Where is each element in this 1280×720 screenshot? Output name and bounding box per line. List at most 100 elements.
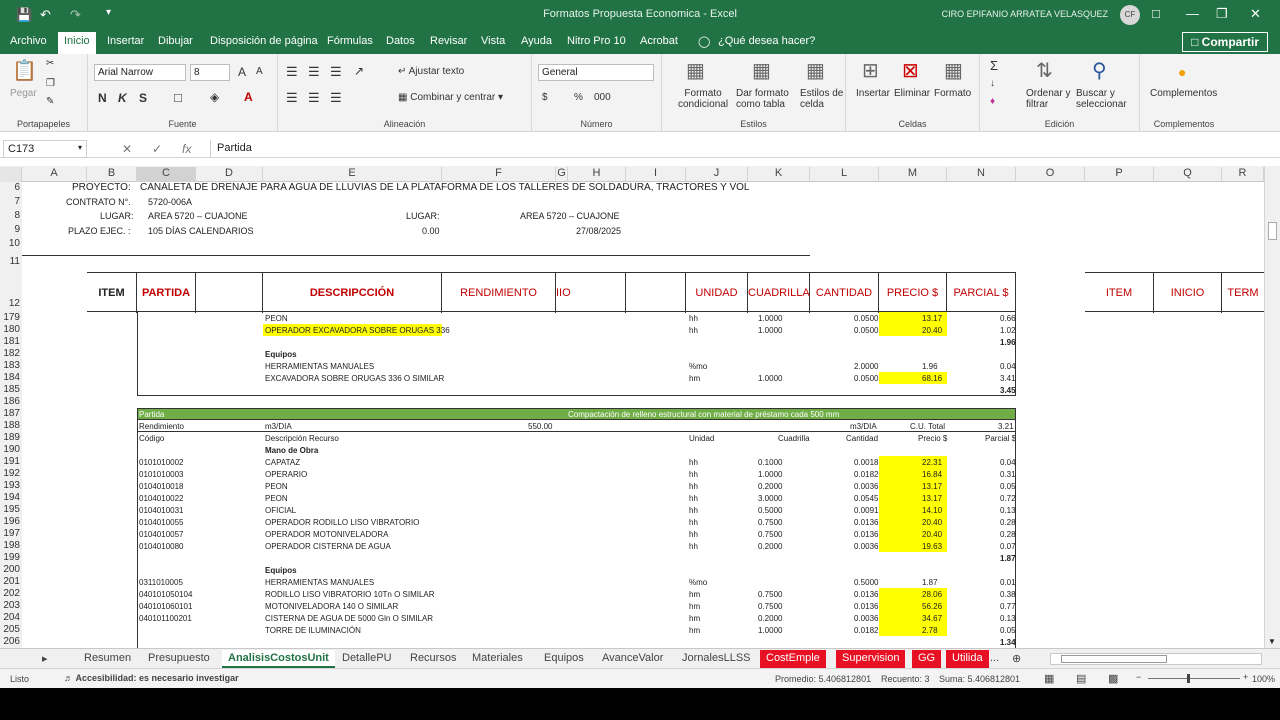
- align-right-icon[interactable]: ☰: [330, 90, 342, 106]
- sheet-tab[interactable]: Presupuesto: [142, 650, 216, 668]
- orientation-icon[interactable]: ↗: [354, 64, 364, 78]
- cell-parcial[interactable]: 0.05: [1000, 482, 1016, 491]
- sheet-tab[interactable]: Materiales: [466, 650, 529, 668]
- sort-filter-icon[interactable]: ⇅: [1036, 58, 1053, 83]
- cell-cantidad[interactable]: 0.0036: [854, 614, 878, 623]
- avatar[interactable]: CF: [1120, 5, 1140, 25]
- delete-cells-button[interactable]: Eliminar: [894, 88, 930, 99]
- sheet-tab[interactable]: Supervision: [836, 650, 906, 668]
- tab-acrobat[interactable]: Acrobat: [640, 35, 678, 47]
- cell-codigo[interactable]: 040101050104: [139, 590, 192, 599]
- col-header[interactable]: F: [442, 167, 556, 182]
- tab-archivo[interactable]: Archivo: [10, 35, 47, 47]
- sheet-tab[interactable]: Resumen: [78, 650, 137, 668]
- cell-parcial[interactable]: 0.05: [1000, 626, 1016, 635]
- cell-description[interactable]: OFICIAL: [265, 506, 296, 515]
- formula-input[interactable]: Partida: [210, 140, 1272, 158]
- col-header[interactable]: C: [137, 167, 196, 182]
- cell-parcial[interactable]: 0.66: [1000, 314, 1016, 323]
- col-header[interactable]: L: [810, 167, 879, 182]
- clear-icon[interactable]: ♦: [990, 96, 995, 107]
- cell-unit[interactable]: hm: [689, 602, 700, 611]
- value-plazo[interactable]: 105 DÍAS CALENDARIOS: [148, 226, 254, 236]
- cell-precio[interactable]: 16.84: [922, 470, 942, 479]
- tab-revisar[interactable]: Revisar: [430, 35, 467, 47]
- zoom-slider[interactable]: [1148, 678, 1240, 679]
- italic-button[interactable]: K: [118, 91, 127, 105]
- hscroll-thumb[interactable]: [1061, 655, 1167, 663]
- row-header[interactable]: 190: [0, 444, 22, 456]
- conditional-format-icon[interactable]: ▦: [686, 58, 705, 83]
- borders-icon[interactable]: □: [174, 90, 182, 105]
- cu-value[interactable]: 3.21: [998, 422, 1014, 431]
- row-header[interactable]: 182: [0, 348, 22, 360]
- cell-unit[interactable]: hm: [689, 614, 700, 623]
- cell-description[interactable]: OPERADOR MOTONIVELADORA: [265, 530, 388, 539]
- page-break-icon[interactable]: ▩: [1108, 672, 1118, 685]
- value-contrato[interactable]: 5720-006A: [148, 197, 192, 207]
- row-header[interactable]: 10: [0, 238, 22, 252]
- cell-parcial[interactable]: 0.28: [1000, 530, 1016, 539]
- cell-parcial[interactable]: 3.45: [1000, 386, 1016, 395]
- zoom-out-icon[interactable]: −: [1136, 672, 1141, 682]
- cell-cantidad[interactable]: 2.0000: [854, 362, 878, 371]
- value-plazo-num[interactable]: 0.00: [422, 226, 440, 236]
- cell-parcial[interactable]: 0.72: [1000, 494, 1016, 503]
- cell-cantidad[interactable]: 0.0182: [854, 626, 878, 635]
- cell-precio[interactable]: 19.63: [922, 542, 942, 551]
- tab-inicio[interactable]: Inicio: [58, 32, 96, 54]
- sheet-tab[interactable]: Utilida: [946, 650, 989, 668]
- row-header[interactable]: 205: [0, 624, 22, 636]
- row-header[interactable]: 194: [0, 492, 22, 504]
- cell-precio[interactable]: 34.67: [922, 614, 942, 623]
- cell-unit[interactable]: hm: [689, 374, 700, 383]
- cell-description[interactable]: CISTERNA DE AGUA DE 5000 Gln O SIMILAR: [265, 614, 433, 623]
- cell-precio[interactable]: 20.40: [922, 530, 942, 539]
- more-sheets[interactable]: ...: [984, 650, 1005, 668]
- cell-parcial[interactable]: 3.41: [1000, 374, 1016, 383]
- cell-precio[interactable]: 22.31: [922, 458, 942, 467]
- value-lugar[interactable]: AREA 5720 – CUAJONE: [148, 211, 248, 221]
- row-header[interactable]: 187: [0, 408, 22, 420]
- cell-cuadrilla[interactable]: 0.2000: [758, 614, 782, 623]
- row-header[interactable]: 188: [0, 420, 22, 432]
- number-format-select[interactable]: General: [538, 64, 654, 81]
- cell-parcial[interactable]: 0.04: [1000, 362, 1016, 371]
- insert-cells-icon[interactable]: ⊞: [862, 58, 879, 83]
- cell-description[interactable]: CAPATAZ: [265, 458, 300, 467]
- row-header[interactable]: 186: [0, 396, 22, 408]
- delete-cells-icon[interactable]: ⊠: [902, 58, 919, 83]
- cell-precio[interactable]: 13.17: [922, 494, 942, 503]
- cell-description[interactable]: Equipos: [265, 350, 297, 359]
- cell-description[interactable]: EXCAVADORA SOBRE ORUGAS 336 O SIMILAR: [265, 374, 444, 383]
- sheet-tab[interactable]: Recursos: [404, 650, 462, 668]
- cell-cuadrilla[interactable]: 0.7500: [758, 590, 782, 599]
- row-header[interactable]: 189: [0, 432, 22, 444]
- grow-font-icon[interactable]: A: [238, 65, 246, 79]
- cell-description[interactable]: OPERADOR CISTERNA DE AGUA: [265, 542, 391, 551]
- cancel-icon[interactable]: ✕: [122, 142, 132, 156]
- cell-parcial[interactable]: 1.96: [1000, 338, 1016, 347]
- row-header[interactable]: 179: [0, 312, 22, 324]
- cell-styles-button[interactable]: Estilos de celda: [800, 88, 843, 110]
- cell-parcial[interactable]: 0.13: [1000, 614, 1016, 623]
- value-lugar-2[interactable]: AREA 5720 – CUAJONE: [520, 211, 620, 221]
- cell-precio[interactable]: 56.26: [922, 602, 942, 611]
- sheet-tab[interactable]: CostEmple: [760, 650, 826, 668]
- merge-center-button[interactable]: ▦ Combinar y centrar ▾: [398, 92, 503, 103]
- col-header[interactable]: E: [263, 167, 442, 182]
- col-header[interactable]: J: [686, 167, 748, 182]
- cell-parcial[interactable]: 0.07: [1000, 542, 1016, 551]
- cell-precio[interactable]: 1.87: [922, 578, 938, 587]
- cell-cantidad[interactable]: 0.0500: [854, 314, 878, 323]
- cell-unit[interactable]: %mo: [689, 578, 707, 587]
- cell-parcial[interactable]: 0.77: [1000, 602, 1016, 611]
- page-layout-icon[interactable]: ▤: [1076, 672, 1086, 685]
- tab-dibujar[interactable]: Dibujar: [158, 35, 193, 47]
- font-name-select[interactable]: Arial Narrow: [94, 64, 186, 81]
- row-header[interactable]: 9: [0, 224, 22, 238]
- col-header[interactable]: A: [22, 167, 87, 182]
- tab-formulas[interactable]: Fórmulas: [327, 35, 373, 47]
- cell-description[interactable]: RODILLO LISO VIBRATORIO 10Tn O SIMILAR: [265, 590, 435, 599]
- cell-precio[interactable]: 13.17: [922, 314, 942, 323]
